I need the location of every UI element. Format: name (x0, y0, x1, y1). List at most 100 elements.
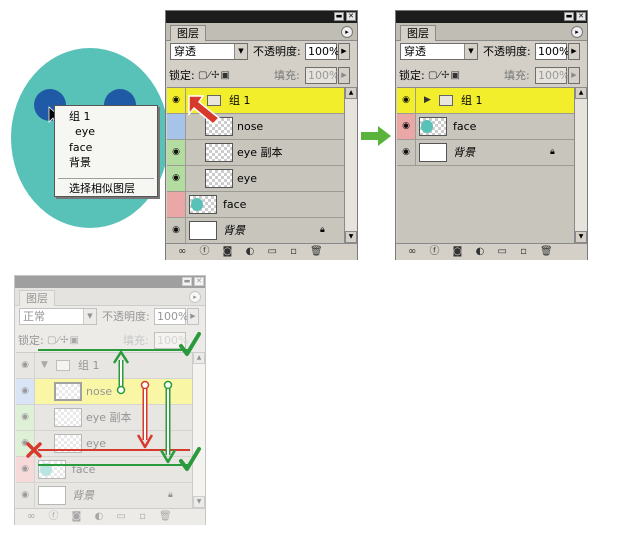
layer-thumbnail (189, 195, 217, 214)
opacity-field[interactable]: 100% (305, 43, 339, 60)
layer-name-eye-copy: eye 副本 (237, 146, 283, 159)
context-item-face[interactable]: face (69, 141, 92, 155)
context-item-eye[interactable]: eye (75, 125, 95, 139)
panel-menu-button[interactable]: ▸ (341, 26, 353, 38)
scroll-up-button[interactable]: ▲ (575, 87, 587, 99)
panel-titlebar: ▬ ✕ (15, 276, 205, 288)
lock-label: 锁定: (169, 69, 195, 82)
opacity-stepper[interactable]: ▶ (568, 43, 580, 60)
context-menu: 组 1 eye face 背景 选择相似图层 (54, 105, 158, 197)
eye-icon[interactable]: ◉ (167, 88, 186, 113)
panel-bottom-toolbar[interactable]: ∞ ⓕ ◙ ◐ ▭ ▫ 🗑︎ (15, 508, 205, 525)
layer-row-background[interactable]: ◉ 背景 🔒︎ (397, 140, 574, 166)
minimize-button[interactable]: ▬ (182, 277, 192, 286)
context-separator (58, 178, 154, 179)
panel-menu-button[interactable]: ▸ (189, 291, 201, 303)
lock-options-icons[interactable]: ▢⁄✢▣ (198, 67, 231, 84)
eye-icon[interactable]: ◉ (167, 166, 186, 191)
layer-name-background: 背景 (72, 489, 94, 502)
layer-thumbnail (205, 169, 233, 188)
layer-thumbnail (419, 117, 447, 136)
scroll-down-button[interactable]: ▼ (575, 231, 587, 243)
tab-layers[interactable]: 图层 (400, 25, 436, 41)
layer-name-eye: eye (237, 172, 258, 185)
panel-bottom-toolbar[interactable]: ∞ ⓕ ◙ ◐ ▭ ▫ 🗑︎ (396, 243, 587, 260)
context-item-select-similar[interactable]: 选择相似图层 (69, 182, 135, 196)
scrollbar[interactable]: ▲ ▼ (344, 87, 357, 243)
drag-annotations (26, 332, 201, 471)
eye-icon[interactable] (167, 192, 186, 217)
layer-name-group1: 组 1 (461, 94, 483, 107)
lock-row: 锁定: ▢⁄✢▣ 填充: 100% ▶ (396, 65, 587, 87)
opacity-stepper[interactable]: ▶ (338, 43, 350, 60)
fill-label: 填充: (274, 69, 300, 82)
layers-panel-1: ▬ ✕ 图层 ▸ 穿透 ▼ 不透明度: 100% ▶ 锁定: ▢⁄✢▣ 填充: … (165, 10, 358, 260)
eye-icon[interactable]: ◉ (167, 140, 186, 165)
layer-row-face[interactable]: face (167, 192, 344, 218)
green-up-arrow (112, 350, 130, 395)
layer-row-eye[interactable]: ◉ eye (167, 166, 344, 192)
layers-list: ◉ ▶ 组 1 ◉ face ◉ 背景 🔒︎ (397, 87, 574, 243)
panel-titlebar: ▬ ✕ (166, 11, 357, 23)
scrollbar[interactable]: ▲ ▼ (574, 87, 587, 243)
layer-thumbnail (205, 143, 233, 162)
panel-menu-button[interactable]: ▸ (571, 26, 583, 38)
fill-stepper[interactable]: ▶ (338, 67, 350, 84)
blend-row: 穿透 ▼ 不透明度: 100% ▶ (396, 41, 587, 63)
layer-name-group1: 组 1 (229, 94, 251, 107)
layer-name-face: face (453, 120, 477, 133)
tab-row: 图层 ▸ (166, 23, 357, 41)
layer-row-face[interactable]: ◉ face (397, 114, 574, 140)
fill-field[interactable]: 100% (535, 67, 569, 84)
blend-mode-select[interactable]: 穿透 ▼ (400, 43, 478, 60)
opacity-label: 不透明度: (253, 45, 301, 58)
layer-name-face: face (223, 198, 247, 211)
panel-bottom-toolbar[interactable]: ∞ ⓕ ◙ ◐ ▭ ▫ 🗑︎ (166, 243, 357, 260)
minimize-button[interactable]: ▬ (564, 12, 574, 21)
layer-row-group1[interactable]: ◉ ▶ 组 1 (397, 88, 574, 114)
red-down-arrow (136, 380, 154, 449)
chevron-down-icon: ▼ (464, 44, 477, 59)
triangle-right-icon[interactable]: ▶ (424, 88, 431, 113)
layer-row-eye-copy[interactable]: ◉ eye 副本 (167, 140, 344, 166)
lock-label: 锁定: (399, 69, 425, 82)
layer-row-background[interactable]: ◉ 背景 🔒︎ (167, 218, 344, 243)
fill-label: 填充: (504, 69, 530, 82)
layer-thumbnail (38, 486, 66, 505)
eye-icon[interactable] (167, 114, 186, 139)
eye-icon[interactable]: ◉ (397, 140, 416, 165)
tab-row: 图层 ▸ (15, 288, 205, 306)
chevron-down-icon: ▼ (234, 44, 247, 59)
eye-icon[interactable]: ◉ (397, 88, 416, 113)
close-button[interactable]: ✕ (346, 12, 356, 21)
scroll-up-button[interactable]: ▲ (345, 87, 357, 99)
scroll-down-button[interactable]: ▼ (193, 496, 205, 508)
fill-stepper[interactable]: ▶ (568, 67, 580, 84)
context-item-background[interactable]: 背景 (69, 156, 91, 170)
lock-icon: 🔒︎ (320, 225, 325, 235)
layer-row-background[interactable]: ◉ 背景 🔒︎ (16, 483, 192, 508)
layer-thumbnail (189, 221, 217, 240)
eye-icon[interactable]: ◉ (16, 483, 35, 508)
eye-icon[interactable]: ◉ (167, 218, 186, 243)
tab-layers[interactable]: 图层 (19, 290, 55, 306)
minimize-button[interactable]: ▬ (334, 12, 344, 21)
blend-mode-select[interactable]: 穿透 ▼ (170, 43, 248, 60)
close-button[interactable]: ✕ (194, 277, 204, 286)
opacity-field[interactable]: 100% (535, 43, 569, 60)
blend-mode-value: 穿透 (174, 45, 196, 58)
layer-thumbnail (419, 143, 447, 162)
tab-row: 图层 ▸ (396, 23, 587, 41)
context-item-group1[interactable]: 组 1 (69, 110, 91, 124)
lock-options-icons[interactable]: ▢⁄✢▣ (428, 67, 461, 84)
lock-row: 锁定: ▢⁄✢▣ 填充: 100% ▶ (166, 65, 357, 87)
layer-name-background: 背景 (453, 146, 475, 159)
blend-mode-value: 穿透 (404, 45, 426, 58)
scroll-down-button[interactable]: ▼ (345, 231, 357, 243)
fill-field[interactable]: 100% (305, 67, 339, 84)
panel-titlebar: ▬ ✕ (396, 11, 587, 23)
blend-row: 穿透 ▼ 不透明度: 100% ▶ (166, 41, 357, 63)
tab-layers[interactable]: 图层 (170, 25, 206, 41)
eye-icon[interactable]: ◉ (397, 114, 416, 139)
close-button[interactable]: ✕ (576, 12, 586, 21)
